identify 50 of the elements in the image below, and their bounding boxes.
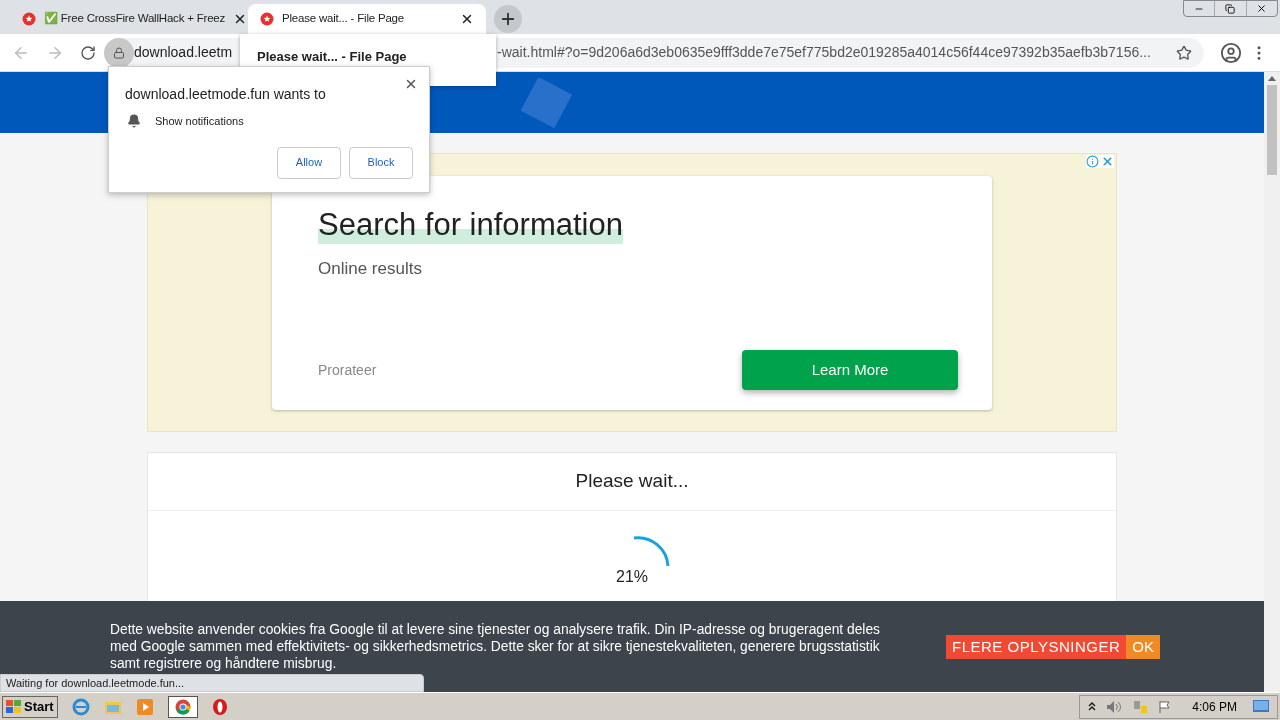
lock-button[interactable]: [104, 37, 134, 68]
show-desktop-icon[interactable]: [1253, 699, 1269, 714]
tab-title: Please wait... - File Page: [282, 11, 405, 27]
progress-percent: 21%: [616, 567, 648, 587]
new-tab-button[interactable]: [494, 5, 522, 33]
tab-title: ✅ Free CrossFire WallHack + Freez: [44, 10, 226, 27]
scrollbar[interactable]: [1264, 72, 1280, 692]
ad-subtitle: Online results: [318, 258, 423, 280]
permission-label: Show notifications: [155, 114, 244, 129]
cookie-notice-text: Dette website anvender cookies fra Google til at levere sine tjenester og analysere trafik. Din IP-adresse og brugeragent deles med Google sammen med effektivitets- og sikkerhedsmetrics. Dette sker for at sikre tjenestekvaliteten, generere brugsstatistik samt registrere og håndtere misbrug.: [110, 621, 881, 672]
tray-expand-icon[interactable]: [1088, 701, 1097, 712]
close-icon: [1256, 3, 1268, 14]
popup-title: download.leetmode.fun wants to: [125, 85, 327, 104]
url-path: -wait.html#?o=9d206a6d3eb0635e9fff3dde7e75ef775bd2e019285a4014c56f44ce97392b35aefb3b7156...: [497, 43, 1152, 62]
flag-icon[interactable]: [1158, 699, 1173, 714]
hover-card-title: Please wait... - File Page: [257, 49, 407, 64]
scrollbar-thumb[interactable]: [1267, 85, 1277, 175]
advertiser-name: Prorateer: [318, 360, 377, 380]
browser-tab[interactable]: Please wait... - File Page: [248, 4, 486, 34]
panel-title: Please wait...: [575, 469, 689, 494]
opera-icon[interactable]: [211, 697, 228, 716]
clock: 4:06 PM: [1192, 698, 1237, 716]
bell-icon: [127, 114, 141, 129]
reload-icon[interactable]: [80, 44, 96, 61]
more-info-button[interactable]: FLERE OPLYSNINGER: [946, 635, 1127, 659]
plus-icon: [499, 10, 517, 28]
url-host: download.leetm: [134, 43, 233, 62]
tab-favicon-icon: [260, 12, 274, 26]
speaker-icon[interactable]: [1106, 699, 1123, 714]
ad-close-icon[interactable]: [1101, 155, 1114, 168]
tab-favicon-icon: [22, 12, 36, 26]
profile-icon[interactable]: [1220, 41, 1242, 64]
scroll-up-arrow-icon[interactable]: [1268, 76, 1276, 81]
ie-icon[interactable]: [71, 697, 90, 716]
windows-logo-icon: [6, 699, 22, 714]
media-player-icon[interactable]: [135, 697, 154, 716]
close-icon[interactable]: [404, 77, 418, 91]
restore-icon: [1225, 3, 1236, 14]
status-bubble: Waiting for download.leetmode.fun...: [0, 674, 424, 692]
ad-info-icon[interactable]: [1086, 155, 1099, 168]
permission-button[interactable]: Allow: [277, 146, 341, 179]
close-tab-icon[interactable]: [460, 12, 474, 26]
chrome-logo-icon: [174, 698, 191, 715]
bookmark-star-icon[interactable]: [1176, 44, 1192, 61]
start-button[interactable]: Start: [2, 695, 58, 718]
lock-icon: [113, 46, 125, 59]
browser-tab[interactable]: ✅ Free CrossFire WallHack + Freez: [10, 4, 248, 34]
learn-more-button[interactable]: Learn More: [742, 350, 958, 390]
chrome-taskbar-button[interactable]: [167, 695, 198, 718]
permission-button[interactable]: Block: [349, 146, 413, 179]
